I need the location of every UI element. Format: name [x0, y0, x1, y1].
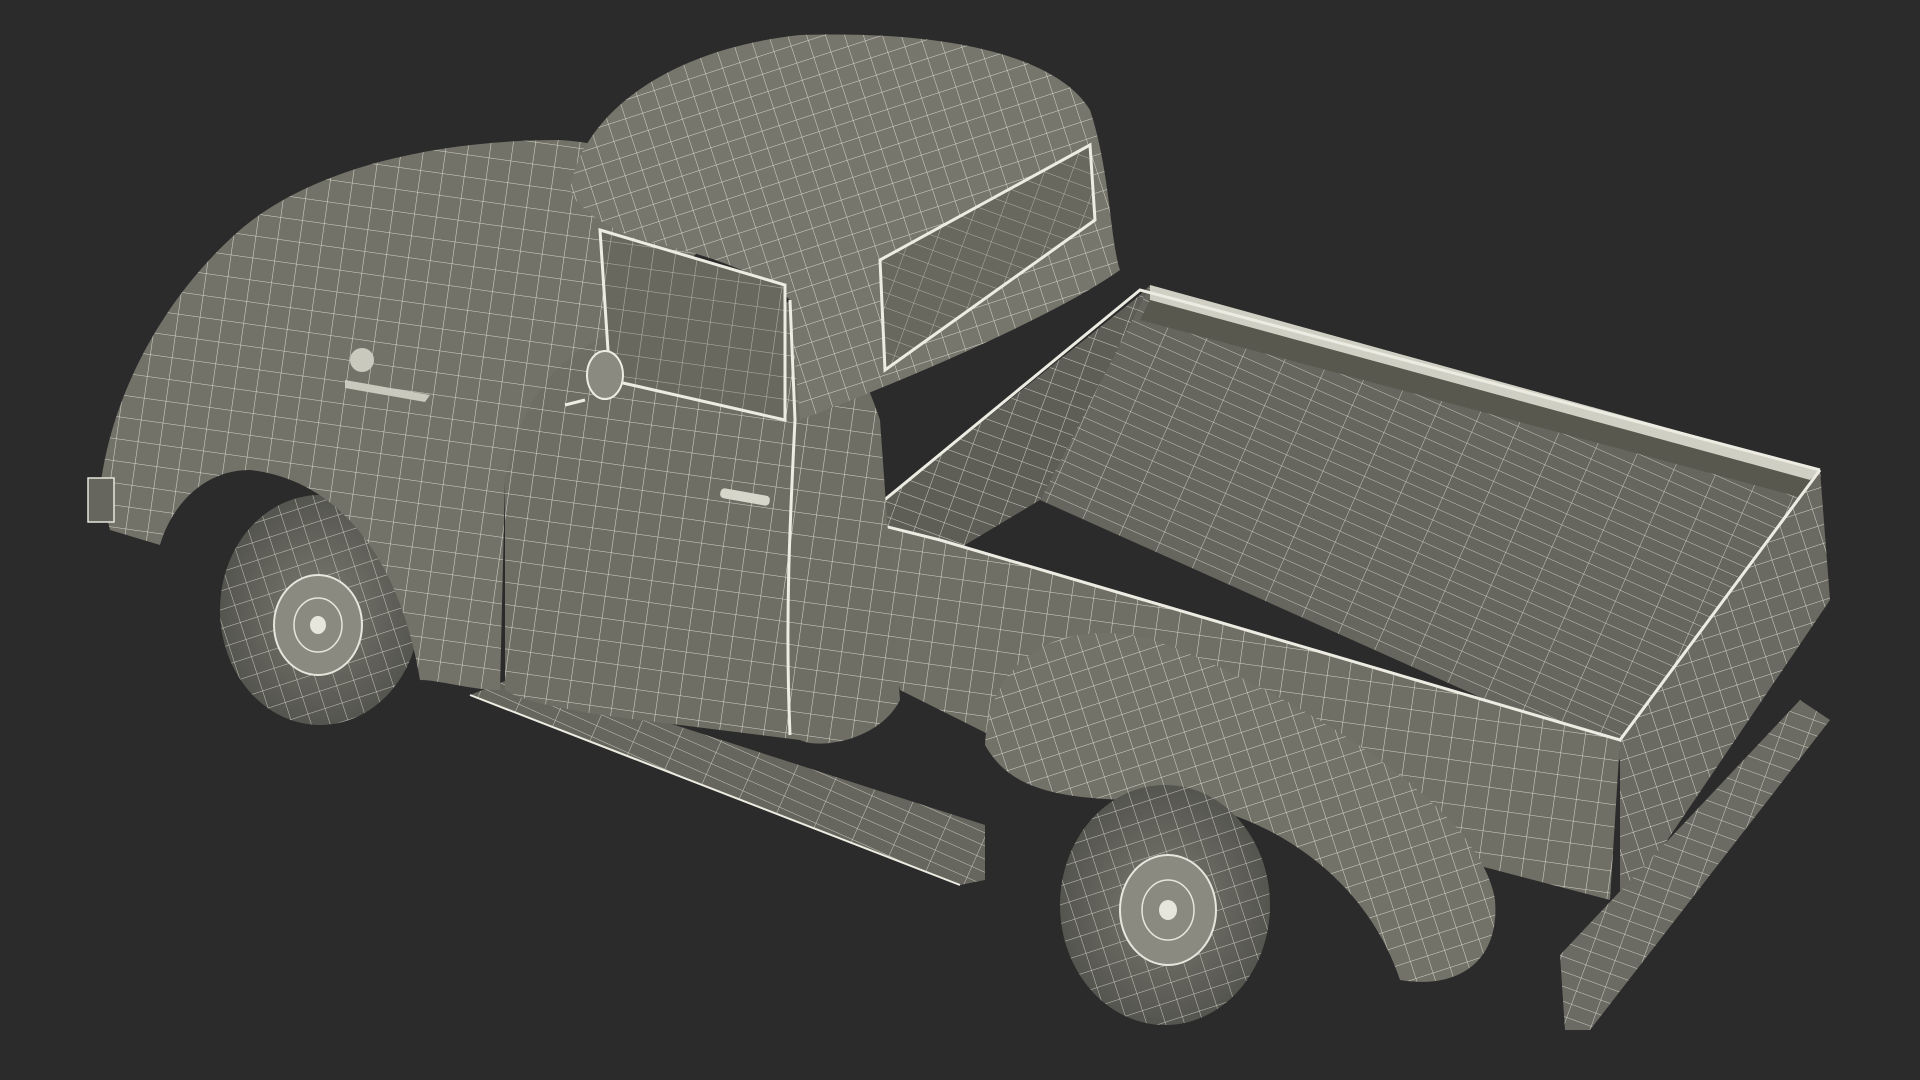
- render-viewport: [0, 0, 1920, 1080]
- rear-wheel: [1060, 785, 1270, 1025]
- pickup-truck-wireframe-render: [87, 34, 1830, 1030]
